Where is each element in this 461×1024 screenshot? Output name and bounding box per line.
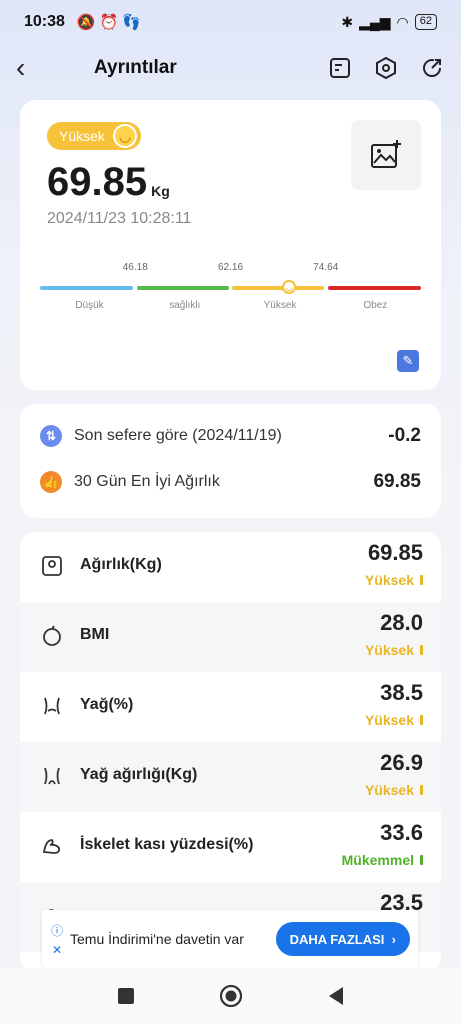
status-time: 10:38 bbox=[24, 13, 65, 30]
metric-name: İskelet kası yüzdesi(%) bbox=[80, 836, 254, 853]
metric-status-label: Yüksek bbox=[364, 782, 414, 798]
scale-segment-obese bbox=[327, 286, 421, 290]
chevron-right-icon: › bbox=[391, 931, 396, 947]
metric-name: Yağ ağırlığı(Kg) bbox=[80, 766, 198, 783]
status-badge: Yüksek ◡ bbox=[47, 122, 141, 150]
metric-value: 33.6 bbox=[380, 820, 423, 845]
metric-status: Yüksek bbox=[365, 572, 423, 588]
weight-scale: 46.18 62.16 74.64 ◡ Düşük sağlıklı Yükse… bbox=[40, 262, 421, 322]
compare-value: -0.2 bbox=[388, 425, 421, 446]
weight-unit: Kg bbox=[151, 183, 170, 199]
scale-tick: 74.64 bbox=[313, 262, 339, 273]
status-bar: 10:38 🔕 ⏰ 👣 ✱ ▂▄▆ ◠ 62 bbox=[0, 0, 461, 44]
status-bar-indicator bbox=[420, 855, 423, 865]
home-icon[interactable] bbox=[219, 984, 243, 1008]
comparison-card: ⇅ Son sefere göre (2024/11/19) -0.2 👍 30… bbox=[20, 404, 441, 518]
metric-value: 69.85 bbox=[367, 540, 423, 565]
bluetooth-icon: ✱ bbox=[341, 13, 354, 30]
alarm-icon: ⏰ bbox=[99, 14, 119, 31]
wifi-icon: ◠ bbox=[396, 13, 409, 30]
scale-tick: 46.18 bbox=[122, 262, 148, 273]
mute-icon: 🔕 bbox=[76, 14, 96, 31]
metric-status: Yüksek bbox=[365, 642, 423, 658]
best-weight-label: 30 Gün En İyi Ağırlık bbox=[74, 473, 220, 490]
metric-status-label: Yüksek bbox=[364, 572, 414, 588]
scale-segment-low bbox=[40, 286, 134, 290]
status-bar-indicator bbox=[420, 715, 423, 725]
weight-value: 69.85 Kg bbox=[47, 160, 170, 205]
metric-status-label: Yüksek bbox=[364, 642, 414, 658]
metric-value: 26.9 bbox=[380, 750, 423, 775]
muscle-icon bbox=[42, 839, 61, 854]
thumbs-up-icon: 👍 bbox=[40, 471, 62, 493]
bmi-icon bbox=[43, 625, 61, 646]
status-bar-indicator bbox=[420, 785, 423, 795]
scale-icon bbox=[42, 556, 62, 576]
notes-icon[interactable] bbox=[327, 55, 353, 81]
status-bar-indicator bbox=[420, 575, 423, 585]
page-title: Ayrıntılar bbox=[94, 57, 177, 78]
scale-tick: 62.16 bbox=[217, 262, 244, 273]
scale-segment-high bbox=[232, 286, 324, 290]
share-icon[interactable] bbox=[419, 55, 445, 81]
ad-banner[interactable]: ⓘ ✕ Temu İndirimi'ne davetin var DAHA FA… bbox=[42, 910, 418, 968]
metric-value: 38.5 bbox=[380, 680, 423, 705]
weight-number: 69.85 bbox=[47, 160, 148, 204]
system-nav-bar bbox=[0, 968, 461, 1024]
top-app-bar: ‹ Ayrıntılar bbox=[0, 44, 461, 92]
metric-status: Yüksek bbox=[365, 782, 423, 798]
best-weight-value: 69.85 bbox=[373, 471, 421, 492]
settings-hexagon-icon[interactable] bbox=[373, 55, 399, 81]
status-badge-label: Yüksek bbox=[59, 128, 105, 144]
metric-row-fat[interactable]: Yağ(%) 38.5 Yüksek bbox=[20, 672, 441, 742]
ad-more-button[interactable]: DAHA FAZLASI › bbox=[275, 922, 410, 956]
scale-segment-healthy bbox=[137, 286, 229, 290]
ad-button-label: DAHA FAZLASI bbox=[289, 931, 385, 947]
metric-row-weight[interactable]: Ağırlık(Kg) 69.85 Yüksek bbox=[20, 532, 441, 602]
metrics-list: Ağırlık(Kg) 69.85 Yüksek BMI 28.0 Yüksek… bbox=[20, 532, 441, 972]
best-weight-row: 👍 30 Gün En İyi Ağırlık 69.85 bbox=[40, 467, 421, 497]
ad-text: Temu İndirimi'ne davetin var bbox=[70, 931, 244, 947]
close-icon[interactable]: ✕ bbox=[52, 943, 62, 957]
weight-summary-card: Yüksek ◡ 69.85 Kg 2024/11/23 10:28:11 46… bbox=[20, 100, 441, 390]
compare-label: Son sefere göre (2024/11/19) bbox=[74, 427, 282, 444]
add-photo-button[interactable] bbox=[351, 120, 421, 190]
scale-label: Düşük bbox=[75, 300, 104, 311]
compare-arrows-icon: ⇅ bbox=[40, 425, 62, 447]
status-bar-indicator bbox=[420, 645, 423, 655]
metric-status-label: Mükemmel bbox=[341, 852, 414, 868]
measurement-datetime: 2024/11/23 10:28:11 bbox=[47, 210, 192, 227]
metric-name: Yağ(%) bbox=[80, 696, 134, 713]
metric-row-fat-weight[interactable]: Yağ ağırlığı(Kg) 26.9 Yüksek bbox=[20, 742, 441, 812]
metric-status: Mükemmel bbox=[342, 852, 423, 868]
smiley-icon: ◡ bbox=[112, 124, 137, 148]
metric-name: BMI bbox=[80, 626, 110, 643]
metric-status: Yüksek bbox=[365, 712, 423, 728]
edit-icon[interactable]: ✎ bbox=[397, 350, 419, 372]
compare-row: ⇅ Son sefere göre (2024/11/19) -0.2 bbox=[40, 421, 421, 451]
metric-row-bmi[interactable]: BMI 28.0 Yüksek bbox=[20, 602, 441, 672]
recents-icon[interactable] bbox=[117, 987, 135, 1005]
metric-value: 28.0 bbox=[380, 610, 423, 635]
add-image-icon bbox=[371, 140, 401, 168]
scale-marker-icon: ◡ bbox=[282, 280, 297, 294]
battery-indicator: 62 bbox=[414, 14, 437, 30]
fat-weight-icon bbox=[44, 767, 60, 785]
scale-label: Yüksek bbox=[263, 300, 297, 311]
scale-label: Obez bbox=[363, 300, 388, 311]
signal-icon: ▂▄▆ bbox=[359, 13, 391, 30]
body-fat-icon bbox=[44, 697, 60, 715]
metric-name: Ağırlık(Kg) bbox=[80, 556, 162, 573]
back-arrow-icon[interactable]: ‹ bbox=[16, 52, 46, 84]
info-icon[interactable]: ⓘ bbox=[51, 922, 63, 939]
metric-status-label: Yüksek bbox=[364, 712, 414, 728]
back-icon[interactable] bbox=[327, 986, 345, 1006]
scale-label: sağlıklı bbox=[169, 300, 201, 311]
steps-icon: 👣 bbox=[122, 14, 141, 31]
metric-row-skeletal-muscle[interactable]: İskelet kası yüzdesi(%) 33.6 Mükemmel bbox=[20, 812, 441, 882]
